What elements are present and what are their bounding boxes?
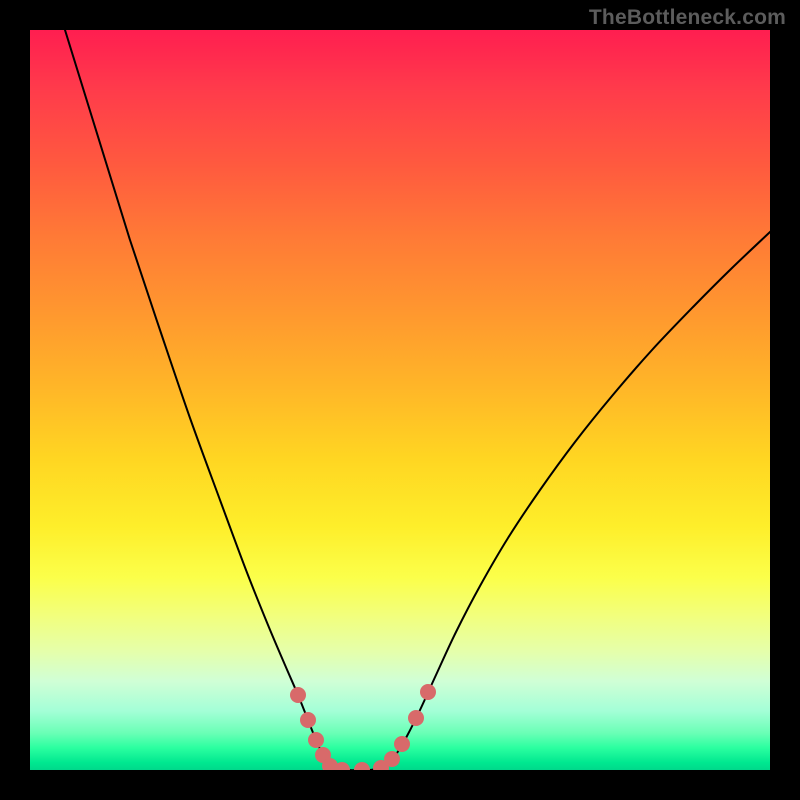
chart-svg [30, 30, 770, 770]
marker-dot [408, 710, 424, 726]
marker-dot [394, 736, 410, 752]
bottleneck-curve [65, 30, 770, 770]
marker-dot [334, 762, 350, 770]
marker-dot [373, 760, 389, 770]
curve-markers [290, 684, 436, 770]
chart-container: TheBottleneck.com [0, 0, 800, 800]
marker-dot [315, 747, 331, 763]
marker-dot [354, 762, 370, 770]
marker-dot [384, 751, 400, 767]
plot-area [30, 30, 770, 770]
marker-dot [290, 687, 306, 703]
marker-dot [420, 684, 436, 700]
marker-dot [300, 712, 316, 728]
marker-dot [308, 732, 324, 748]
watermark-text: TheBottleneck.com [589, 6, 786, 30]
marker-dot [322, 758, 338, 770]
